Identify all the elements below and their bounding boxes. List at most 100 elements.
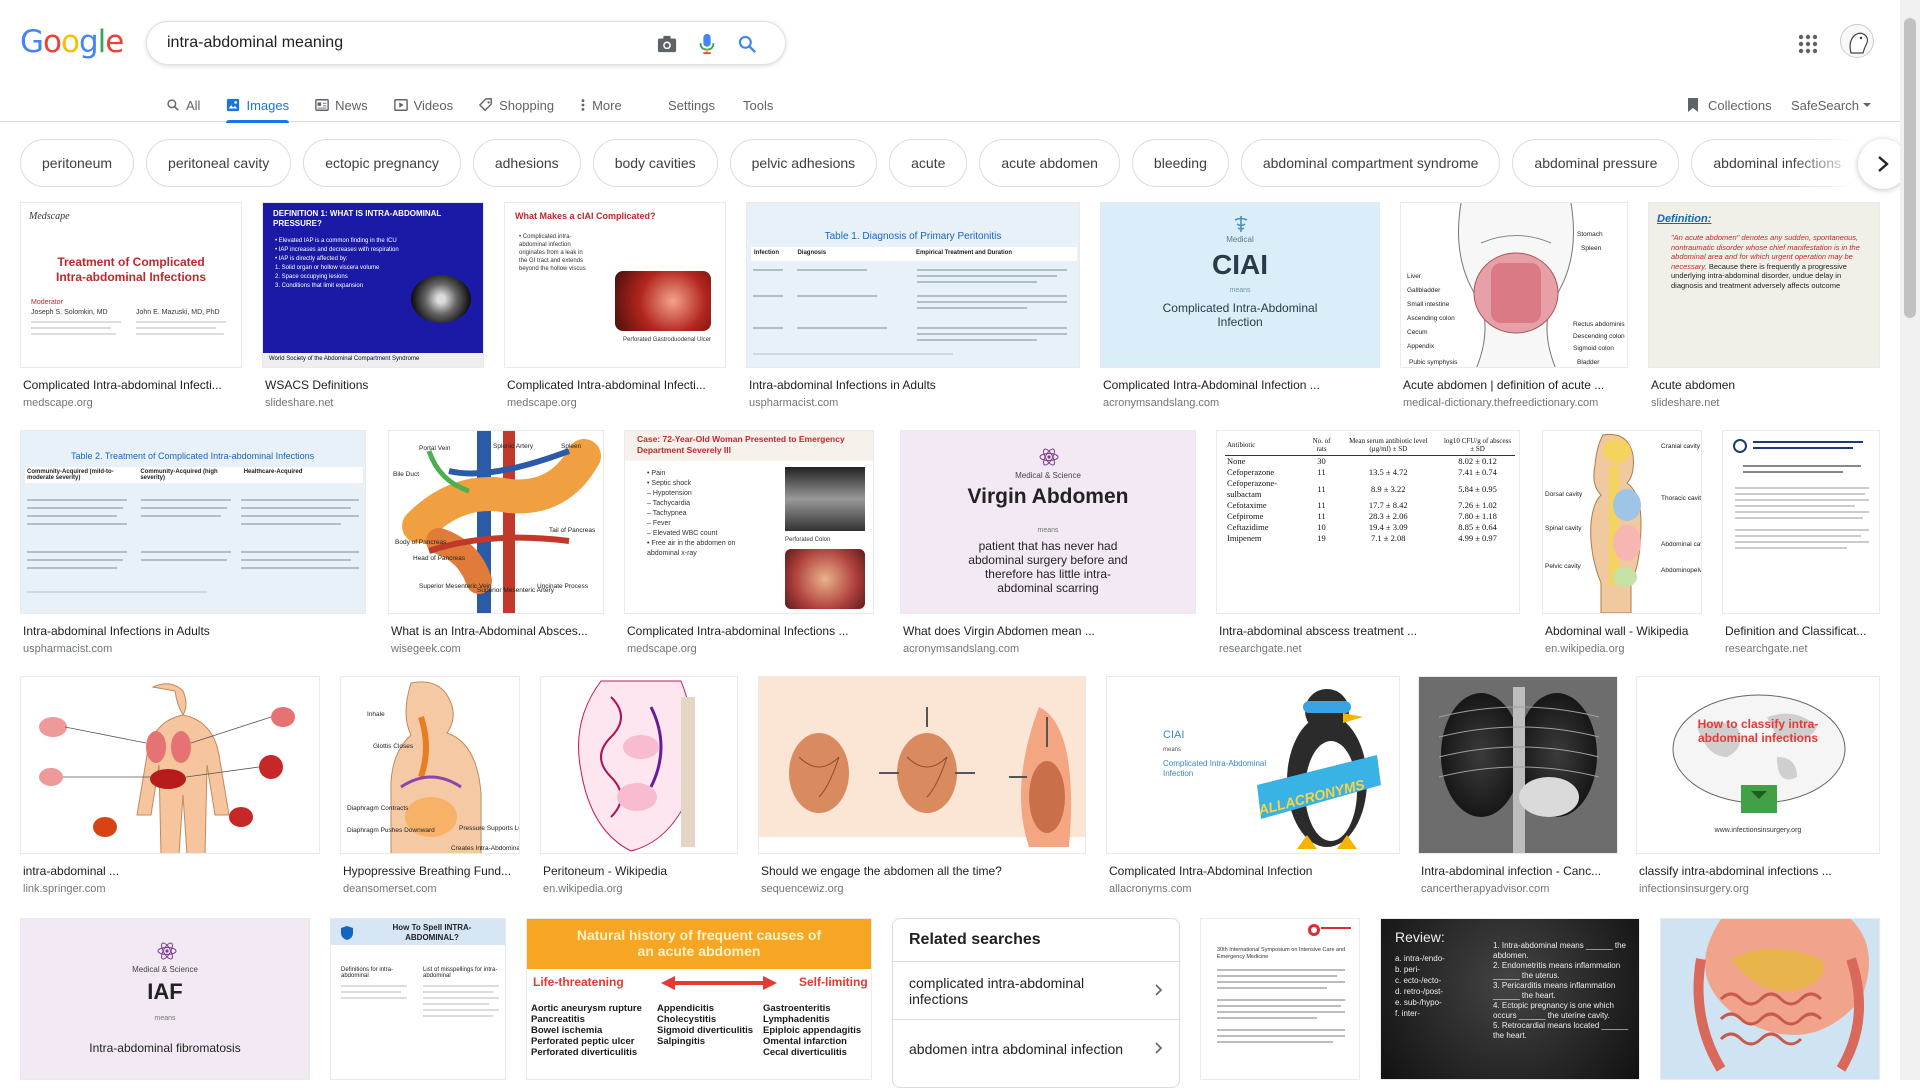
image-result[interactable]: Table 2. Treatment of Complicated Intra-… xyxy=(20,430,366,655)
scrollbar[interactable] xyxy=(1900,0,1920,1080)
image-result[interactable]: What Makes a cIAI Complicated? • Complic… xyxy=(504,202,726,409)
suggestion-chip[interactable]: body cavities xyxy=(592,139,718,187)
safesearch-menu[interactable]: SafeSearch xyxy=(1791,88,1872,122)
result-title[interactable]: Complicated Intra-abdominal Infecti... xyxy=(504,378,726,392)
result-title[interactable]: classify intra-abdominal infections ... xyxy=(1636,864,1880,878)
tab-all[interactable]: All xyxy=(166,88,200,122)
thumb-big: IAF xyxy=(147,979,183,1004)
result-title[interactable]: Complicated Intra-Abdominal Infection xyxy=(1106,864,1400,878)
result-title[interactable]: Acute abdomen | definition of acute ... xyxy=(1400,378,1628,392)
result-title[interactable]: Peritoneum - Wikipedia xyxy=(540,864,738,878)
thumb-means: means xyxy=(154,1015,176,1022)
image-result[interactable]: Medscape Treatment of Complicated Intra-… xyxy=(20,202,242,409)
tab-videos[interactable]: Videos xyxy=(393,88,453,122)
result-source: slideshare.net xyxy=(265,397,334,409)
result-title[interactable]: Complicated Intra-Abdominal Infection ..… xyxy=(1100,378,1380,392)
image-result[interactable]: CIAI means Complicated Intra-Abdominal I… xyxy=(1106,676,1400,895)
result-title[interactable]: Abdominal wall - Wikipedia xyxy=(1542,624,1702,638)
image-result[interactable] xyxy=(1660,918,1880,1080)
thumb-heading: Table 2. Treatment of Complicated Intra-… xyxy=(71,451,315,461)
suggestion-chip[interactable]: acute abdomen xyxy=(979,139,1120,187)
result-title[interactable]: Complicated Intra-abdominal Infecti... xyxy=(20,378,242,392)
image-result[interactable]: Medical CIAI means Complicated Intra-Abd… xyxy=(1100,202,1380,409)
search-input[interactable] xyxy=(167,32,617,54)
result-title[interactable]: intra-abdominal ... xyxy=(20,864,320,878)
result-title[interactable]: Acute abdomen xyxy=(1648,378,1880,392)
result-title[interactable]: Complicated Intra-abdominal Infections .… xyxy=(624,624,874,638)
result-title[interactable]: Intra-abdominal Infections in Adults xyxy=(20,624,366,638)
image-result[interactable]: Should we engage the abdomen all the tim… xyxy=(758,676,1086,895)
suggestion-chip[interactable]: abdominal pressure xyxy=(1512,139,1680,187)
result-title[interactable]: Definition and Classificat... xyxy=(1722,624,1880,638)
image-result[interactable]: Review: a. intra-/endo-b. peri-c. ecto-/… xyxy=(1380,918,1640,1080)
image-result[interactable]: DEFINITION 1: WHAT IS INTRA-ABDOMINAL PR… xyxy=(262,202,484,409)
image-result[interactable]: Medical & Science Virgin Abdomen means p… xyxy=(900,430,1196,655)
related-search-item[interactable]: abdomen intra abdominal infection xyxy=(893,1019,1179,1077)
image-result[interactable]: 30th International Symposium on Intensiv… xyxy=(1200,918,1360,1080)
result-source: deansomerset.com xyxy=(343,883,437,895)
apps-grid-icon[interactable] xyxy=(1796,32,1820,56)
search-icon[interactable] xyxy=(735,32,759,56)
image-result[interactable]: Inhale Glottis Closes Diaphragm Contracts D… xyxy=(340,676,520,895)
caduceus-icon xyxy=(1234,216,1248,232)
thumb-means: means xyxy=(1163,747,1182,753)
anatomy-label: Tail of Pancreas xyxy=(549,527,596,534)
related-search-item[interactable]: complicated intra-abdominal infections xyxy=(893,961,1179,1019)
tab-shopping[interactable]: Shopping xyxy=(479,88,554,122)
thumb-line: 4. Ectopic pregnancy is one which occurs… xyxy=(1493,1001,1614,1020)
image-result[interactable]: Case: 72-Year-Old Woman Presented to Eme… xyxy=(624,430,874,655)
thumb-big: Virgin Abdomen xyxy=(967,485,1129,508)
result-title[interactable]: Intra-abdominal Infections in Adults xyxy=(746,378,1080,392)
tab-more[interactable]: More xyxy=(580,88,622,122)
image-result[interactable]: Definition: "An acute abdomen" denotes a… xyxy=(1648,202,1880,409)
image-result[interactable]: Intra-abdominal infection - Canc... canc… xyxy=(1418,676,1618,895)
suggestion-chip[interactable]: adhesions xyxy=(472,139,581,187)
suggestion-chip[interactable]: pelvic adhesions xyxy=(729,139,878,187)
thumb-column: Aortic aneurysm rupture Pancreatitis Bowel… xyxy=(531,1003,642,1058)
google-logo[interactable]: Google xyxy=(20,24,124,60)
image-result[interactable]: Definition and Classificat... researchga… xyxy=(1722,430,1880,655)
suggestion-chip[interactable]: peritoneum xyxy=(20,139,135,187)
image-result[interactable]: intra-abdominal ... link.springer.com xyxy=(20,676,320,895)
result-title[interactable]: Intra-abdominal abscess treatment ... xyxy=(1216,624,1520,638)
body-cavities-illustration xyxy=(1590,433,1642,613)
image-result[interactable]: How To Spell INTRA-ABDOMINAL? Definition… xyxy=(330,918,506,1080)
image-result[interactable]: Stomach Spleen Liver Gallbladder Small intes… xyxy=(1400,202,1628,409)
collections-link[interactable]: Collections xyxy=(1686,88,1772,122)
camera-icon[interactable] xyxy=(655,32,679,56)
image-result[interactable]: How to classify intra-abdominal infectio… xyxy=(1636,676,1880,895)
suggestion-chip[interactable]: acute xyxy=(889,139,968,187)
tools-link[interactable]: Tools xyxy=(743,88,773,122)
result-title[interactable]: Should we engage the abdomen all the tim… xyxy=(758,864,1086,878)
settings-link[interactable]: Settings xyxy=(668,88,715,122)
suggestion-chip[interactable]: bleeding xyxy=(1131,139,1229,187)
result-title[interactable]: WSACS Definitions xyxy=(262,378,484,392)
thumb-column: Appendicitis Cholecystitis Sigmoid diverti… xyxy=(657,1003,753,1047)
image-result[interactable]: Peritoneum - Wikipedia en.wikipedia.org xyxy=(540,676,738,895)
image-result[interactable]: Cranial cavity Dorsal cavity Thoracic cavi… xyxy=(1542,430,1702,655)
suggestion-chip[interactable]: abdominal compartment syndrome xyxy=(1240,139,1501,187)
result-title[interactable]: Hypopressive Breathing Fund... xyxy=(340,864,520,878)
tab-images[interactable]: Images xyxy=(226,88,289,123)
suggestion-chip[interactable]: peritoneal cavity xyxy=(146,139,292,187)
image-result[interactable]: Table 1. Diagnosis of Primary Peritoniti… xyxy=(746,202,1080,409)
chip-fade xyxy=(1790,139,1860,189)
result-title[interactable]: Intra-abdominal infection - Canc... xyxy=(1418,864,1618,878)
microphone-icon[interactable] xyxy=(695,32,719,56)
result-title[interactable]: What is an Intra-Abdominal Absces... xyxy=(388,624,604,638)
scrollbar-thumb[interactable] xyxy=(1904,18,1916,318)
body-organs-illustration xyxy=(39,683,295,853)
logo-letter: o xyxy=(43,24,62,60)
image-result[interactable]: Natural history of frequent causes of an… xyxy=(526,918,872,1080)
tab-news[interactable]: News xyxy=(315,88,368,122)
result-source: en.wikipedia.org xyxy=(543,883,623,895)
image-result[interactable]: Antibiotic No. of rats Mean serum antibiot… xyxy=(1216,430,1520,655)
image-result[interactable]: Medical & Science IAF means Intra-abdomi… xyxy=(20,918,310,1080)
anatomy-label: Dorsal cavity xyxy=(1545,491,1583,498)
suggestion-chip[interactable]: ectopic pregnancy xyxy=(303,139,461,187)
thumb-footer: World Society of the Abdominal Compartme… xyxy=(263,353,483,367)
result-title[interactable]: What does Virgin Abdomen mean ... xyxy=(900,624,1196,638)
image-result[interactable]: Portal Vein Splenic Artery Spleen Bile Duct… xyxy=(388,430,604,655)
thumb-table-head: Infection Diagnosis Empirical Treatment an… xyxy=(751,247,1077,261)
avatar[interactable] xyxy=(1840,24,1874,58)
